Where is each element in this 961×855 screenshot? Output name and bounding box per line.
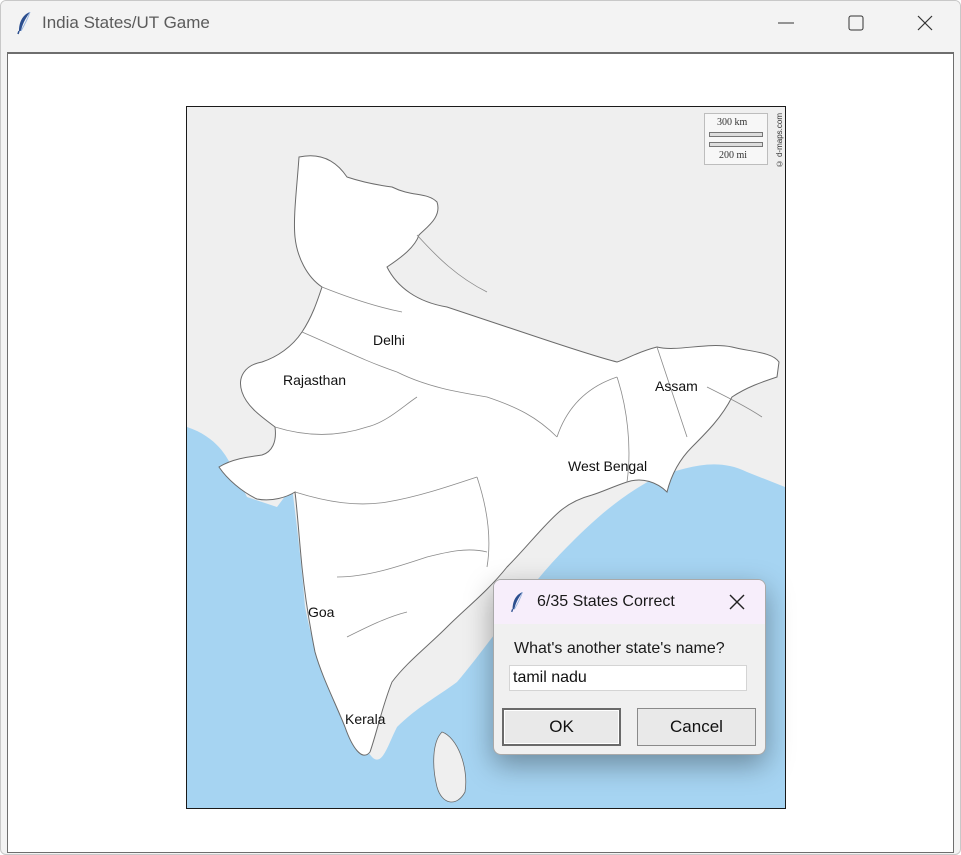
cancel-button[interactable]: Cancel — [637, 708, 756, 746]
scale-mi-label: 200 mi — [719, 150, 748, 161]
label-delhi: Delhi — [373, 332, 405, 348]
title-bar[interactable]: India States/UT Game — [1, 1, 960, 45]
scale-bar-mi — [709, 142, 763, 147]
state-name-input[interactable] — [509, 665, 747, 691]
window-title: India States/UT Game — [42, 13, 210, 32]
close-icon — [729, 594, 745, 610]
close-button[interactable] — [890, 1, 960, 45]
map-credit: © d-maps.com — [775, 113, 784, 169]
minimize-icon — [778, 22, 794, 24]
game-canvas[interactable]: 300 km 200 mi © d-maps.com Delhi Rajasth… — [7, 52, 954, 853]
scale-legend: 300 km 200 mi — [704, 113, 768, 165]
label-kerala: Kerala — [345, 711, 386, 727]
label-goa: Goa — [308, 604, 335, 620]
dialog-prompt: What's another state's name? — [514, 640, 725, 657]
feather-icon — [17, 11, 31, 35]
dialog-title: 6/35 States Correct — [537, 593, 675, 610]
dialog-title-bar[interactable]: 6/35 States Correct — [494, 580, 765, 624]
label-assam: Assam — [655, 378, 698, 394]
minimize-button[interactable] — [751, 1, 821, 45]
feather-icon — [511, 591, 523, 613]
label-west-bengal: West Bengal — [568, 458, 648, 474]
maximize-button[interactable] — [821, 1, 891, 45]
maximize-icon — [848, 15, 864, 31]
state-input-dialog: 6/35 States Correct What's another state… — [493, 579, 766, 755]
scale-km-label: 300 km — [717, 117, 748, 128]
label-rajasthan: Rajasthan — [283, 372, 347, 388]
close-icon — [917, 15, 933, 31]
dialog-close-button[interactable] — [726, 591, 748, 613]
ok-button[interactable]: OK — [502, 708, 621, 746]
scale-bar-km — [709, 132, 763, 137]
app-window: India States/UT Game 300 km 200 mi © d-m… — [0, 0, 961, 855]
